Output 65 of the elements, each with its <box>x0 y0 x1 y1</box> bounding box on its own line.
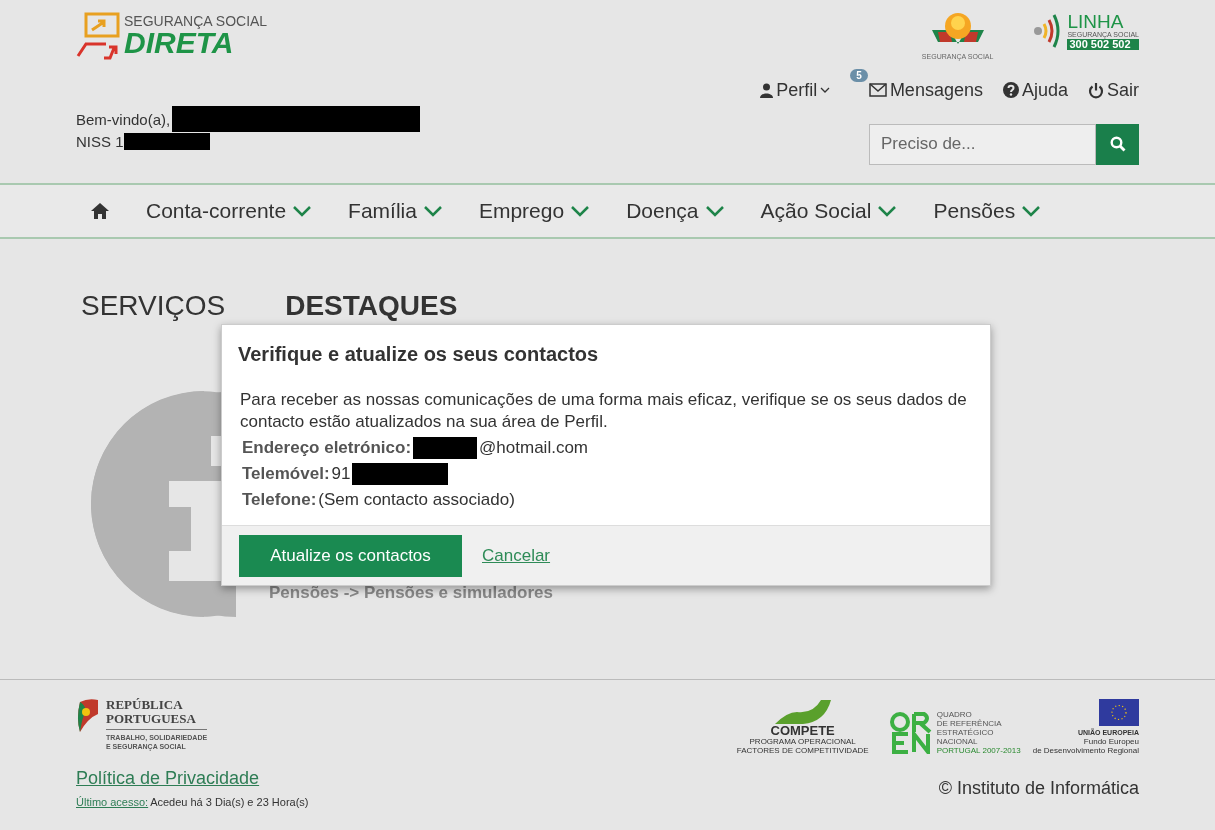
nav-menu-item[interactable]: Conta-corrente <box>146 195 313 227</box>
welcome-text: Bem-vindo(a), <box>76 109 171 129</box>
logo-title: DIRETA <box>124 28 235 58</box>
emblem-icon <box>929 12 986 46</box>
dialog-message: Para receber as nossas comunicações de uma forma mais eficaz, verifique se os seus dados de contacto estão atualizados na sua área de Perfil. <box>240 389 968 433</box>
hotline-title: LINHA <box>1067 12 1125 31</box>
user-icon <box>760 82 774 98</box>
message-count-badge: 5 <box>850 68 868 82</box>
home-icon[interactable] <box>90 202 110 220</box>
field-label: Endereço eletrónico: <box>242 437 412 460</box>
profile-link[interactable]: Perfil <box>760 76 831 104</box>
flag-emblem-icon <box>76 698 98 732</box>
chevron-down-icon <box>292 205 313 217</box>
nav-menu-item[interactable]: Emprego <box>478 195 591 227</box>
field-label: Telefone: <box>242 489 317 512</box>
field-label: Telemóvel: <box>242 463 330 486</box>
qren-letters-icon <box>889 711 934 754</box>
qren-text: QUADRO <box>936 710 973 719</box>
logo-icon <box>76 12 120 60</box>
compete-title: COMPETE <box>770 724 835 737</box>
logout-link[interactable]: Sair <box>1088 76 1139 104</box>
hotline-number: 300 502 502 <box>1067 39 1139 50</box>
qren-text: DE REFERÊNCIA <box>936 719 1003 728</box>
qren-text: ESTRATÉGICO <box>936 728 995 737</box>
nav-menu-item[interactable]: Doença <box>626 195 725 227</box>
nav-menu-item[interactable]: Família <box>348 195 443 227</box>
chevron-down-icon <box>422 205 443 217</box>
search-button[interactable] <box>1096 123 1139 165</box>
chevron-down-icon <box>570 205 591 217</box>
power-icon <box>1088 81 1104 99</box>
field-value: 91 <box>331 463 351 486</box>
question-icon <box>1002 82 1019 98</box>
nav-menu-item[interactable]: Ação Social <box>760 195 898 227</box>
chevron-down-icon <box>877 205 898 217</box>
help-link[interactable]: Ajuda <box>1002 76 1068 104</box>
last-access-text: Acedeu há 3 Dia(s) e 23 Hora(s) <box>150 795 309 810</box>
field-value: (Sem contacto associado) <box>318 489 515 512</box>
chevron-down-icon <box>704 205 725 217</box>
eu-subtitle: de Desenvolvimento Regional <box>1032 746 1139 755</box>
logo-subtitle: SEGURANÇA SOCIAL <box>124 14 268 28</box>
qren-text: NACIONAL <box>936 737 979 746</box>
envelope-icon <box>868 83 887 97</box>
last-access-link[interactable]: Último acesso: <box>76 794 149 811</box>
field-value: @hotmail.com <box>479 437 588 460</box>
cancel-link[interactable]: Cancelar <box>482 542 551 569</box>
update-contacts-button[interactable]: Atualize os contactos <box>239 534 462 577</box>
niss-text: NISS 1 <box>76 132 124 151</box>
search-field[interactable]: Preciso de... <box>869 123 1096 165</box>
caret-icon <box>820 87 831 93</box>
nav-menu-item[interactable]: Pensões <box>933 195 1042 227</box>
chevron-down-icon <box>1021 205 1042 217</box>
gov-logo-title: PORTUGUESA <box>106 712 208 730</box>
dialog-title: Verifique e atualize os seus contactos <box>238 342 600 367</box>
section-tab[interactable]: DESTAQUES <box>285 291 458 321</box>
logo[interactable]: SEGURANÇA SOCIAL DIRETA <box>76 12 421 60</box>
compete-subtitle: PROGRAMA OPERACIONAL FACTORES DE COMPETITIVIDADE <box>735 737 870 755</box>
eu-subtitle: Fundo Europeu <box>1083 737 1139 746</box>
copyright-text: © Instituto de Informática <box>938 777 1139 800</box>
gov-logo-title: REPÚBLICA <box>106 698 184 712</box>
eu-flag-icon <box>1099 699 1139 726</box>
privacy-link[interactable]: Política de Privacidade <box>76 765 309 792</box>
search-icon <box>1109 136 1126 152</box>
qren-subtitle: PORTUGAL 2007-2013 <box>936 746 1021 755</box>
section-tab[interactable]: SERVIÇOS <box>81 291 226 321</box>
messages-link[interactable]: Mensagens <box>868 76 983 104</box>
